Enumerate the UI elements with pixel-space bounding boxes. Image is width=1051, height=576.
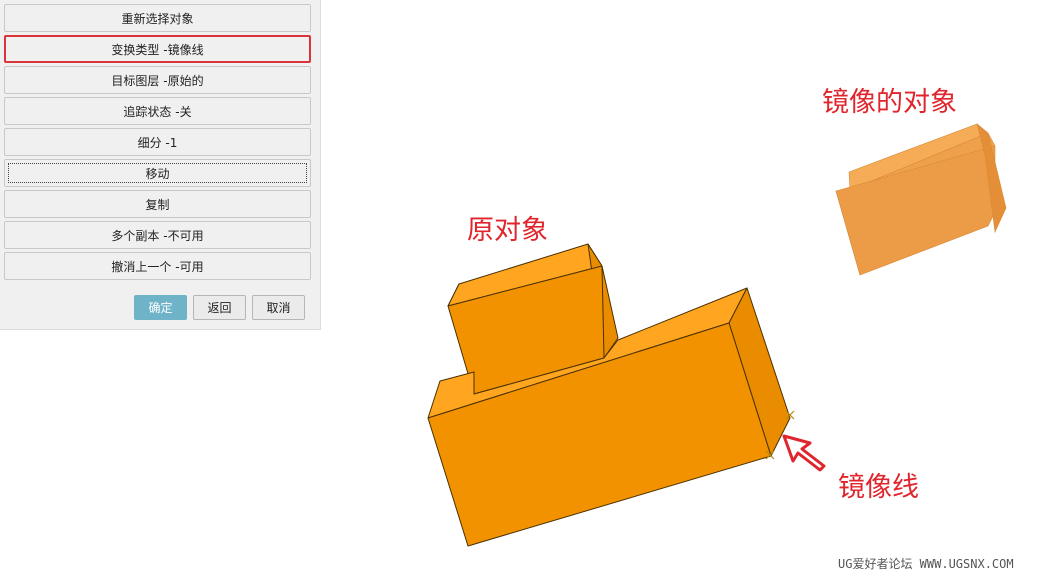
- original-solid[interactable]: [427, 243, 791, 547]
- watermark: UG爱好者论坛 WWW.UGSNX.COM: [838, 557, 1014, 571]
- arrow-icon: [782, 434, 826, 472]
- mirrored-object-label: 镜像的对象: [822, 87, 957, 118]
- mirror-line-label: 镜像线: [838, 472, 919, 503]
- mirrored-solid[interactable]: [835, 123, 1007, 276]
- original-object-label: 原对象: [467, 215, 548, 246]
